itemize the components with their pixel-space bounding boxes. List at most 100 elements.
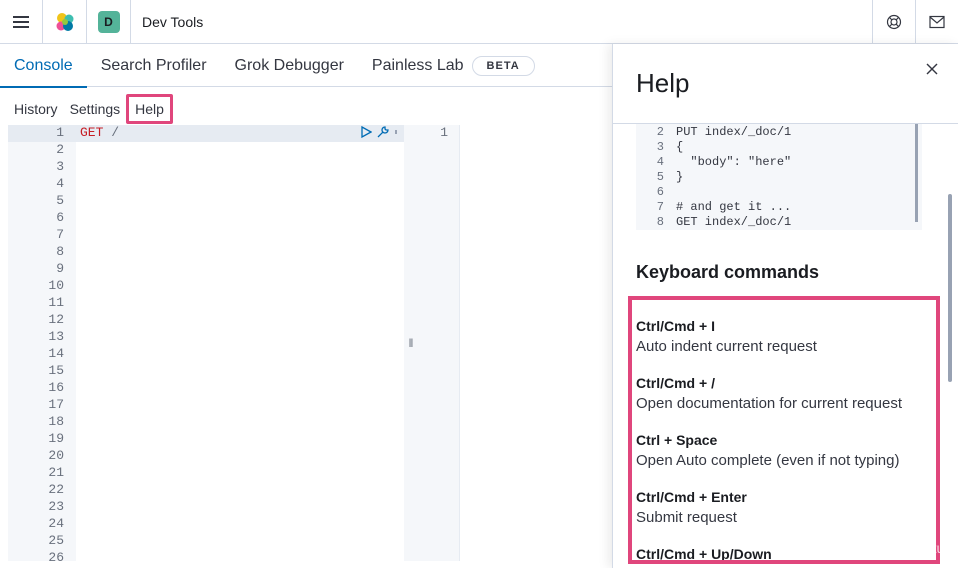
wrench-icon[interactable] [376,125,390,139]
keyboard-command: Ctrl/Cmd + Enter Submit request [636,489,747,526]
play-icon[interactable] [361,126,372,138]
devtools-tabs: Console Search Profiler Grok Debugger Pa… [0,45,612,88]
http-method: GET [80,125,112,140]
pane-resizer[interactable]: ‖ [404,125,418,561]
line-number: 5 [56,193,64,208]
news-button[interactable] [915,0,958,44]
line-number: 1 [56,125,64,140]
space-selector[interactable]: D [87,0,131,44]
editor-line[interactable]: 20 [8,448,404,465]
code-line-number: 2 [656,125,664,139]
line-number: 24 [48,516,64,531]
editor-line[interactable]: 4 [8,176,404,193]
request-editor[interactable]: 1 GET /2 3 4 5 6 7 8 9 10 11 12 13 14 15 16 17 18 19 20 21 22… [8,125,404,561]
page-title: Dev Tools [142,13,204,30]
editor-line[interactable]: 5 [8,193,404,210]
editor-line[interactable]: 8 [8,244,404,261]
editor-line[interactable]: 12 [8,312,404,329]
request-code: GET / [80,125,119,140]
line-number: 19 [48,431,64,446]
code-line-number: 7 [656,200,664,214]
line-number: 15 [48,363,64,378]
code-line: 5} [636,170,683,185]
menu-button[interactable] [0,0,43,44]
help-code-example: 2 PUT index/_doc/1 3{4 "body": "here" 5} 6 7 #… [636,124,922,230]
editor-line[interactable]: 6 [8,210,404,227]
editor-line[interactable]: 1 GET / [8,125,404,142]
keyboard-command: Ctrl + Space Open Auto complete (even if … [636,432,900,469]
editor-line[interactable]: 2 [8,142,404,159]
keyboard-command: Ctrl/Cmd + I Auto indent current request [636,318,817,355]
code-line: 6 [636,185,676,200]
editor-line[interactable]: 18 [8,414,404,431]
command-key: Ctrl + Space [636,432,718,448]
flyout-scrollbar[interactable] [948,194,952,382]
editor-line[interactable]: 7 [8,227,404,244]
line-number: 16 [48,380,64,395]
help-menu-button[interactable] [872,0,915,44]
top-header: D Dev Tools [0,0,958,44]
flyout-header: Help [613,44,958,124]
command-key: Ctrl/Cmd + / [636,375,715,391]
command-description: Open documentation for current request [636,395,902,412]
code-line: 8 GET index/_doc/1 [636,215,791,230]
editor-line[interactable]: 21 [8,465,404,482]
command-description: Open Auto complete (even if not typing) [636,452,900,469]
code-line: 2 PUT index/_doc/1 [636,125,791,140]
line-number: 8 [56,244,64,259]
response-pane[interactable]: 1 [418,125,612,561]
editor-line[interactable]: 14 [8,346,404,363]
line-number: 10 [48,278,64,293]
code-line-number: 3 [656,140,664,154]
command-description: Auto indent current request [636,338,817,355]
editor-line[interactable]: 26 [8,550,404,561]
command-key: Ctrl/Cmd + Up/Down [636,546,772,562]
command-key: Ctrl/Cmd + I [636,318,715,334]
editor-line[interactable]: 23 [8,499,404,516]
tab-console[interactable]: Console [0,45,87,88]
code-line-text: PUT index/_doc/1 [676,125,792,139]
code-scrollbar[interactable] [915,124,918,222]
code-line-number: 5 [656,170,664,184]
code-line: 3{ [636,140,683,155]
request-actions [361,125,398,139]
code-line: 4 "body": "here" [636,155,791,170]
editor-line[interactable]: 13 [8,329,404,346]
elastic-logo-icon [56,12,73,31]
tab-search-profiler[interactable]: Search Profiler [87,45,221,87]
line-number: 25 [48,533,64,548]
beta-badge: BETA [471,55,535,76]
editor-line[interactable]: 22 [8,482,404,499]
editor-line[interactable]: 11 [8,295,404,312]
tab-grok-debugger[interactable]: Grok Debugger [221,45,358,87]
tab-painless-lab[interactable]: Painless Lab BETA [358,45,549,87]
editor-line[interactable]: 17 [8,397,404,414]
editor-line[interactable]: 25 [8,533,404,550]
editor-line[interactable]: 16 [8,380,404,397]
output-gutter [418,125,460,561]
code-line-text: { [676,140,684,154]
editor-line[interactable]: 15 [8,363,404,380]
code-line-text: # and get it ... [676,200,792,214]
editor-line[interactable]: 19 [8,431,404,448]
settings-link[interactable]: Settings [64,97,127,121]
editor-line[interactable]: 10 [8,278,404,295]
line-number: 11 [48,295,64,310]
console-menu: History Settings Help [0,94,173,124]
more-icon[interactable] [394,128,398,136]
elastic-logo[interactable] [43,0,87,44]
editor-line[interactable]: 24 [8,516,404,533]
code-line-text: } [676,170,684,184]
line-number: 23 [48,499,64,514]
code-line-number: 8 [656,215,664,229]
editor-line[interactable]: 3 [8,159,404,176]
code-line-text: "body": "here" [676,155,792,169]
history-link[interactable]: History [8,97,64,121]
line-number: 21 [48,465,64,480]
help-link[interactable]: Help [126,94,173,124]
line-number: 22 [48,482,64,497]
code-line-number: 6 [656,185,664,199]
editor-line[interactable]: 9 [8,261,404,278]
close-icon[interactable] [925,62,939,76]
request-path: / [111,125,120,140]
